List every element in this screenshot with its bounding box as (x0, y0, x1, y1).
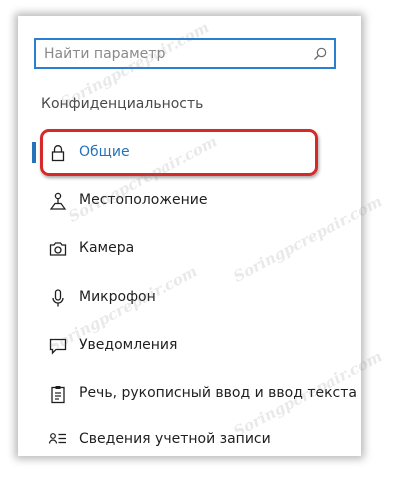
microphone-icon (48, 288, 68, 308)
lock-icon (48, 143, 68, 163)
nav-item-label: Уведомления (79, 337, 178, 353)
nav-item-label: Общие (79, 144, 130, 160)
nav-item-account-info[interactable]: Сведения учетной записи (18, 420, 361, 456)
location-icon (48, 191, 68, 211)
clipboard-icon (48, 384, 68, 404)
search-icon[interactable] (312, 46, 328, 62)
selection-indicator (32, 142, 36, 163)
camera-icon (48, 239, 68, 259)
nav-item-microphone[interactable]: Микрофон (18, 278, 361, 318)
account-info-icon (48, 430, 68, 450)
nav-item-label: Камера (79, 240, 135, 256)
